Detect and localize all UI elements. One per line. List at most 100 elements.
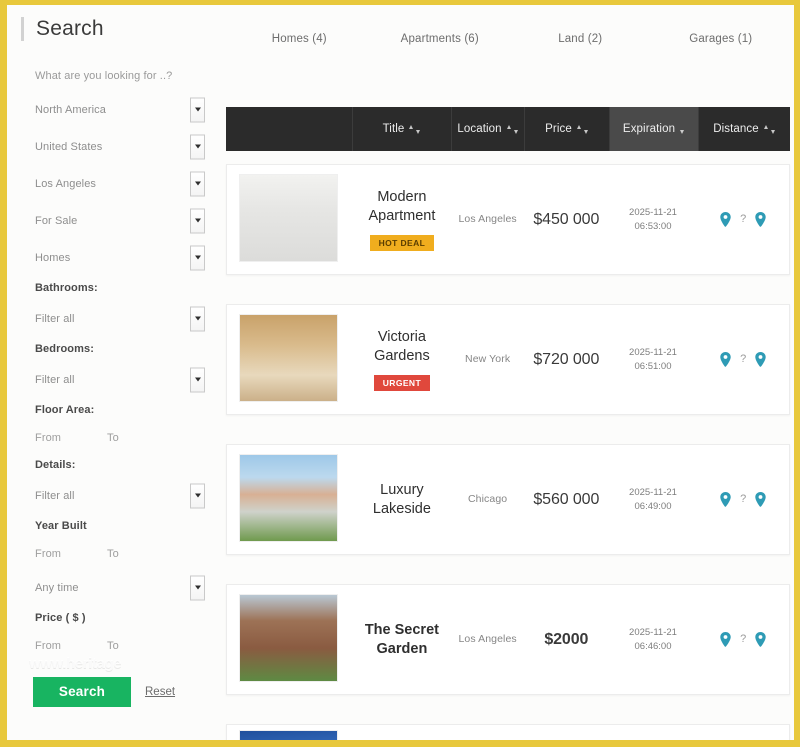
map-pin-icon[interactable] — [755, 492, 766, 507]
property-price: $560 000 — [533, 490, 600, 508]
chevron-down-icon[interactable] — [190, 208, 205, 233]
help-icon[interactable]: ? — [740, 634, 746, 645]
select-city[interactable]: Los Angeles — [19, 165, 205, 202]
row-price-cell: $560 000 — [524, 445, 609, 554]
chevron-down-icon[interactable] — [190, 483, 205, 508]
floor-area-to-input[interactable]: To — [107, 432, 179, 444]
row-thumbnail-cell[interactable] — [227, 165, 353, 274]
sort-arrows-icon[interactable] — [763, 124, 776, 134]
table-row-partial[interactable] — [226, 724, 790, 740]
chevron-down-icon[interactable] — [190, 97, 205, 122]
column-header-title[interactable]: Title — [352, 107, 451, 151]
property-thumbnail[interactable] — [239, 730, 338, 740]
map-pin-icon[interactable] — [755, 212, 766, 227]
row-thumbnail-cell[interactable] — [227, 585, 353, 694]
column-header-price[interactable]: Price — [524, 107, 609, 151]
price-label: Price ( $ ) — [35, 612, 86, 624]
row-thumbnail-cell[interactable] — [227, 305, 353, 414]
sort-arrows-icon[interactable] — [506, 124, 519, 134]
sort-arrow-down-icon[interactable] — [680, 125, 685, 134]
price-to-input[interactable]: To — [107, 640, 179, 652]
select-property-type[interactable]: Homes — [19, 239, 205, 276]
property-thumbnail[interactable] — [239, 594, 338, 682]
property-price: $720 000 — [533, 350, 600, 368]
chevron-down-icon[interactable] — [190, 306, 205, 331]
map-pin-icon[interactable] — [720, 212, 731, 227]
map-pin-icon[interactable] — [720, 352, 731, 367]
column-header-location[interactable]: Location — [451, 107, 524, 151]
column-header-location-label: Location — [457, 123, 502, 135]
search-filters-sidebar: What are you looking for ..? North Ameri… — [7, 61, 217, 740]
row-distance-cell[interactable]: ? — [697, 445, 789, 554]
row-title-cell[interactable]: The Secret Garden — [353, 585, 452, 694]
row-distance-cell[interactable]: ? — [697, 165, 789, 274]
column-header-expiration-label: Expiration — [622, 123, 676, 135]
select-any-time[interactable]: Any time — [19, 569, 205, 606]
column-header-expiration[interactable]: Expiration — [609, 107, 698, 151]
search-button[interactable]: Search — [33, 677, 131, 707]
price-from-input[interactable]: From — [25, 640, 107, 652]
table-row[interactable]: Luxury Lakeside Chicago $560 000 2025-11-21… — [226, 444, 790, 555]
select-country[interactable]: United States — [19, 128, 205, 165]
chevron-down-icon[interactable] — [190, 245, 205, 270]
sort-arrows-icon[interactable] — [576, 124, 589, 134]
property-expiration: 2025-11-21 06:51:00 — [629, 346, 677, 372]
map-pin-icon[interactable] — [755, 632, 766, 647]
distance-actions: ? — [720, 212, 766, 227]
tab-homes[interactable]: Homes (4) — [229, 33, 370, 45]
price-range: From To — [19, 630, 205, 661]
reset-link[interactable]: Reset — [145, 686, 175, 698]
property-thumbnail[interactable] — [239, 174, 338, 262]
table-row[interactable]: The Secret Garden Los Angeles $2000 2025-11… — [226, 584, 790, 695]
map-pin-icon[interactable] — [755, 352, 766, 367]
select-bedrooms[interactable]: Filter all — [19, 361, 205, 398]
select-details-value: Filter all — [35, 489, 75, 502]
tab-garages[interactable]: Garages (1) — [651, 33, 792, 45]
column-header-title-label: Title — [382, 123, 405, 135]
chevron-down-icon[interactable] — [190, 134, 205, 159]
row-distance-cell[interactable]: ? — [697, 585, 789, 694]
tab-apartments[interactable]: Apartments (6) — [370, 33, 511, 45]
select-details[interactable]: Filter all — [19, 477, 205, 514]
chevron-down-icon[interactable] — [190, 171, 205, 196]
bathrooms-label: Bathrooms: — [35, 282, 98, 294]
map-pin-icon[interactable] — [720, 492, 731, 507]
map-pin-icon[interactable] — [720, 632, 731, 647]
status-badge: HOT DEAL — [369, 234, 435, 252]
floor-area-range: From To — [19, 422, 205, 453]
property-thumbnail[interactable] — [239, 314, 338, 402]
keyword-search-input[interactable]: What are you looking for ..? — [19, 61, 205, 91]
select-any-time-value: Any time — [35, 581, 79, 594]
row-title-cell[interactable]: Victoria Gardens URGENT — [353, 305, 452, 414]
column-header-distance[interactable]: Distance — [698, 107, 790, 151]
table-row[interactable]: Modern Apartment HOT DEAL Los Angeles $450 … — [226, 164, 790, 275]
select-continent-value: North America — [35, 103, 106, 116]
help-icon[interactable]: ? — [740, 494, 746, 505]
table-row[interactable]: Victoria Gardens URGENT New York $720 000 20… — [226, 304, 790, 415]
floor-area-from-input[interactable]: From — [25, 432, 107, 444]
select-bathrooms[interactable]: Filter all — [19, 300, 205, 337]
year-built-from-input[interactable]: From — [25, 548, 107, 560]
page-title-group: Search — [21, 17, 104, 41]
select-continent[interactable]: North America — [19, 91, 205, 128]
property-thumbnail[interactable] — [239, 454, 338, 542]
row-title-cell[interactable]: Modern Apartment HOT DEAL — [353, 165, 452, 274]
property-location: Los Angeles — [458, 633, 517, 645]
results-table: Title Location Price Expiration Distance… — [226, 107, 790, 740]
row-title-cell[interactable]: Luxury Lakeside — [353, 445, 452, 554]
row-thumbnail-cell[interactable] — [227, 725, 353, 740]
help-icon[interactable]: ? — [740, 354, 746, 365]
property-expiration: 2025-11-21 06:49:00 — [629, 486, 677, 512]
chevron-down-icon[interactable] — [190, 575, 205, 600]
chevron-down-icon[interactable] — [190, 367, 205, 392]
row-thumbnail-cell[interactable] — [227, 445, 353, 554]
row-distance-cell[interactable]: ? — [697, 305, 789, 414]
table-body: Modern Apartment HOT DEAL Los Angeles $450 … — [226, 164, 790, 740]
sort-arrows-icon[interactable] — [409, 124, 421, 134]
tab-land[interactable]: Land (2) — [510, 33, 651, 45]
row-price-cell: $2000 — [524, 585, 609, 694]
select-bathrooms-value: Filter all — [35, 312, 75, 325]
year-built-to-input[interactable]: To — [107, 548, 179, 560]
help-icon[interactable]: ? — [740, 214, 746, 225]
select-offer-type[interactable]: For Sale — [19, 202, 205, 239]
